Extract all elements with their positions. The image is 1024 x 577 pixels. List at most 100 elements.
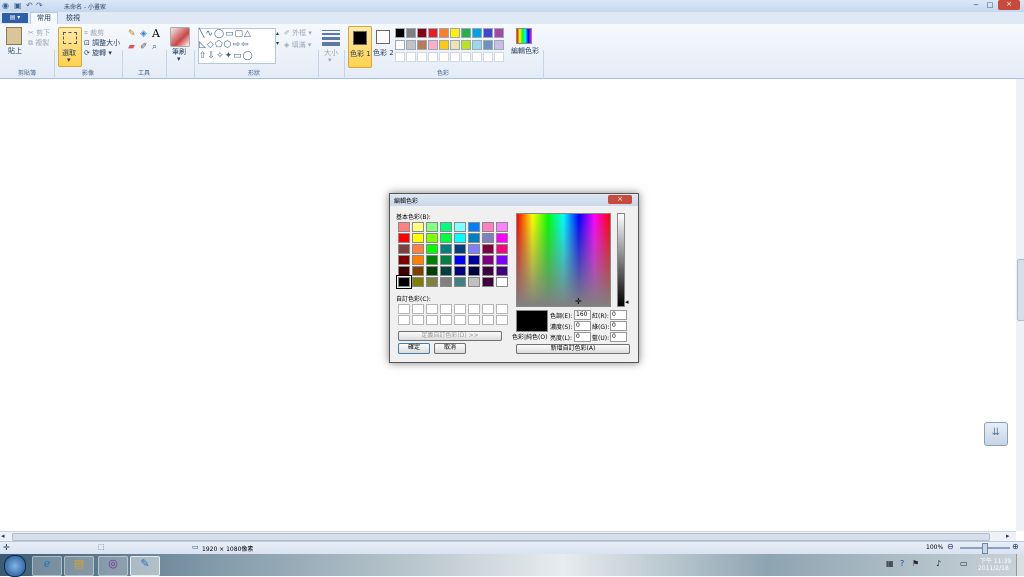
palette-swatch[interactable] (461, 28, 471, 38)
tray-network-icon[interactable]: ▦ (886, 559, 894, 568)
basic-color-swatch[interactable] (454, 233, 466, 243)
saturation-input[interactable]: 0 (574, 321, 591, 331)
basic-color-swatch[interactable] (496, 244, 508, 254)
basic-color-swatch[interactable] (482, 266, 494, 276)
basic-color-swatch[interactable] (440, 233, 452, 243)
palette-swatch[interactable] (439, 28, 449, 38)
palette-swatch[interactable] (417, 52, 427, 62)
tray-volume-icon[interactable]: ♪ (936, 559, 941, 568)
close-button[interactable]: × (998, 0, 1020, 10)
palette-swatch[interactable] (483, 40, 493, 50)
brush-icon[interactable] (170, 27, 190, 47)
basic-color-swatch[interactable] (468, 277, 480, 287)
color-picker-icon[interactable]: ✐ (140, 42, 148, 52)
basic-color-swatch[interactable] (468, 266, 480, 276)
basic-color-swatch[interactable] (412, 222, 424, 232)
paste-icon[interactable] (6, 27, 22, 45)
luminance-slider[interactable] (617, 213, 625, 307)
basic-color-swatch[interactable] (496, 233, 508, 243)
color-spectrum[interactable]: ✛ (516, 213, 611, 307)
basic-color-swatch[interactable] (482, 222, 494, 232)
horizontal-scroll-thumb[interactable] (12, 533, 990, 541)
clock-date[interactable]: 2011/2/18 (978, 565, 1009, 572)
palette-swatch[interactable] (439, 40, 449, 50)
palette-swatch[interactable] (494, 52, 504, 62)
basic-color-swatch[interactable] (412, 244, 424, 254)
basic-color-swatch[interactable] (412, 255, 424, 265)
custom-color-swatch[interactable] (454, 315, 466, 325)
palette-swatch[interactable] (494, 40, 504, 50)
vertical-scrollbar[interactable] (1016, 79, 1024, 531)
custom-color-swatch[interactable] (482, 304, 494, 314)
basic-color-swatch[interactable] (454, 222, 466, 232)
custom-color-swatch[interactable] (412, 315, 424, 325)
basic-color-swatch[interactable] (496, 266, 508, 276)
zoom-out-button[interactable]: ⊖ (947, 542, 954, 551)
palette-swatch[interactable] (472, 40, 482, 50)
copy-button[interactable]: ⧉ 複製 (28, 38, 49, 48)
palette-swatch[interactable] (417, 28, 427, 38)
basic-color-swatch[interactable] (482, 233, 494, 243)
basic-color-swatch[interactable] (398, 266, 410, 276)
paint-app-icon[interactable]: ◉ (2, 1, 9, 10)
basic-color-swatch[interactable] (398, 244, 410, 254)
basic-color-swatch[interactable] (454, 266, 466, 276)
shapes-gallery[interactable]: ╲∿◯▭▢△ ◺◇⬠⬡⇨⇦ ⇧⇩✧✦▭◯ (198, 28, 276, 64)
palette-swatch[interactable] (395, 28, 405, 38)
shape-row-3[interactable]: ⇧⇩✧✦▭◯ (199, 51, 275, 62)
palette-swatch[interactable] (395, 52, 405, 62)
custom-color-swatch[interactable] (440, 315, 452, 325)
basic-color-swatch[interactable] (454, 277, 466, 287)
basic-color-swatch[interactable] (496, 255, 508, 265)
basic-color-swatch[interactable] (482, 244, 494, 254)
basic-color-swatch[interactable] (468, 233, 480, 243)
custom-color-swatch[interactable] (482, 315, 494, 325)
basic-color-swatch[interactable] (398, 233, 410, 243)
basic-color-swatch[interactable] (426, 266, 438, 276)
basic-color-swatch[interactable] (454, 244, 466, 254)
fill-button[interactable]: ◈ 填滿 ▾ (284, 40, 311, 50)
basic-color-swatch[interactable] (398, 222, 410, 232)
basic-color-swatch[interactable] (482, 255, 494, 265)
basic-color-swatch[interactable] (468, 244, 480, 254)
palette-swatch[interactable] (406, 28, 416, 38)
shape-row-1[interactable]: ╲∿◯▭▢△ (199, 29, 275, 40)
custom-color-swatch[interactable] (412, 304, 424, 314)
palette-swatch[interactable] (406, 52, 416, 62)
basic-color-swatch[interactable] (412, 233, 424, 243)
basic-color-swatch[interactable] (426, 255, 438, 265)
tray-flag-icon[interactable]: ⚑ (912, 559, 919, 568)
palette-swatch[interactable] (483, 28, 493, 38)
vertical-scroll-thumb[interactable] (1017, 259, 1024, 321)
basic-color-swatch[interactable] (412, 266, 424, 276)
green-input[interactable]: 0 (610, 321, 627, 331)
rotate-button[interactable]: ⟳ 旋轉 ▾ (84, 48, 112, 58)
palette-swatch[interactable] (395, 40, 405, 50)
size-button[interactable] (322, 30, 340, 46)
maximize-button[interactable]: □ (984, 1, 996, 9)
luminance-input[interactable]: 0 (574, 332, 591, 342)
edit-colors-icon[interactable] (516, 28, 532, 44)
cut-button[interactable]: ✂ 剪下 (28, 28, 50, 38)
basic-color-swatch[interactable] (496, 222, 508, 232)
basic-color-swatch[interactable] (426, 277, 438, 287)
zoom-in-button[interactable]: ⊕ (1012, 542, 1019, 551)
crop-button[interactable]: ⌗ 裁剪 (84, 28, 104, 38)
file-menu-button[interactable]: ▤ ▾ (2, 13, 28, 23)
basic-color-swatch[interactable] (440, 266, 452, 276)
minimize-button[interactable]: − (970, 1, 982, 9)
paint-taskbar-icon[interactable]: ✎ (130, 556, 160, 576)
tab-view[interactable]: 檢視 (62, 13, 84, 23)
pencil-icon[interactable]: ✎ (128, 29, 136, 39)
zoom-slider-thumb[interactable] (982, 543, 988, 554)
tray-display-icon[interactable]: ▭ (960, 559, 968, 568)
scroll-left-arrow[interactable]: ◂ (1, 532, 5, 540)
palette-swatch[interactable] (494, 28, 504, 38)
select-button[interactable]: 選取 ▾ (58, 27, 82, 67)
custom-color-swatch[interactable] (426, 304, 438, 314)
undo-icon[interactable]: ↶ (26, 1, 33, 10)
custom-color-swatch[interactable] (426, 315, 438, 325)
palette-swatch[interactable] (472, 52, 482, 62)
shapes-scroll-down[interactable]: ▾ (276, 40, 279, 47)
basic-color-swatch[interactable] (496, 277, 508, 287)
